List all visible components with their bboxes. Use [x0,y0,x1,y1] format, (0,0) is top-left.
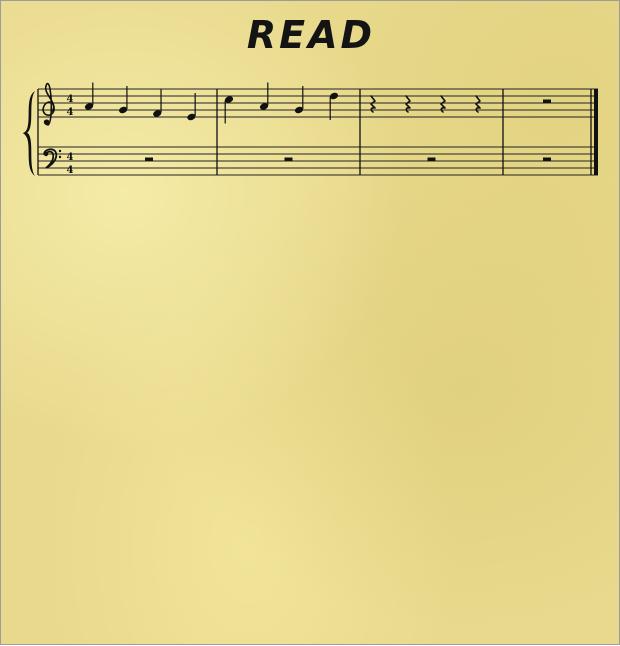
treble-time-signature-top: 4 [67,94,74,105]
bass-staff [38,146,598,176]
half-rest [145,157,153,161]
bass-time-signature-bottom: 4 [67,165,74,176]
bass-clef-icon [43,148,62,169]
quarter-note [119,86,128,114]
half-rest [427,157,436,161]
half-rest [543,157,551,161]
quarter-note [294,86,304,114]
bass-time-signature-top: 4 [67,152,74,163]
notes-layer [84,82,551,161]
brace-symbol [22,91,35,176]
half-rest [543,99,551,103]
quarter-note [224,96,234,124]
sheet-music-page: READ 4 4 4 4 [0,0,620,645]
half-rest [284,157,293,161]
final-barline-thick [594,89,598,175]
quarter-note [153,89,162,117]
quarter-note [187,93,196,121]
quarter-note [259,82,269,110]
treble-clef-icon [42,82,55,126]
quarter-note [329,92,339,120]
grand-staff: 4 4 4 4 [22,82,598,176]
quarter-note [84,82,94,110]
treble-time-signature-bottom: 4 [67,107,74,118]
